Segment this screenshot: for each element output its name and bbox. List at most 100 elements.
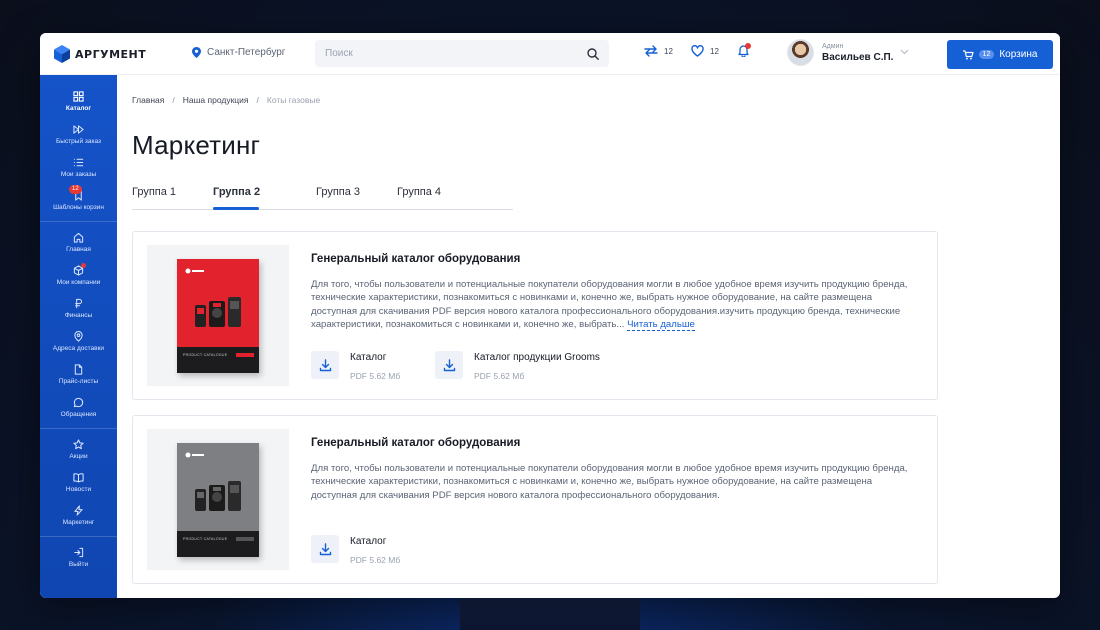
tab-group-2[interactable]: Группа 2: [213, 186, 260, 198]
sidebar-item-label: Шаблоны корзин: [53, 204, 104, 211]
devices-illustration-icon: [195, 480, 241, 511]
page-title: Маркетинг: [132, 130, 261, 160]
sidebar: Каталог Быстрый заказ Мои заказы 12 Шабл…: [40, 75, 117, 598]
city-label: Санкт-Петербург: [207, 47, 286, 58]
breadcrumb-home[interactable]: Главная: [132, 95, 164, 105]
sidebar-item-label: Главная: [66, 246, 91, 253]
sidebar-item-logout[interactable]: Выйти: [40, 541, 117, 574]
cart-button[interactable]: 12 Корзина: [947, 40, 1053, 69]
sidebar-item-my-orders[interactable]: Мои заказы: [40, 151, 117, 184]
file-item: Каталог PDF 5.62 Мб: [311, 535, 400, 565]
breadcrumb-products[interactable]: Наша продукция: [183, 95, 249, 105]
sidebar-item-my-companies[interactable]: Мои компании: [40, 259, 117, 292]
catalog-card: PRODUCT CATALOGUE Генеральный каталог об…: [132, 231, 938, 400]
file-name[interactable]: Каталог: [350, 536, 400, 547]
favorites-button[interactable]: 12: [691, 45, 719, 57]
notifications-button[interactable]: [738, 43, 751, 59]
card-description: Для того, чтобы пользователи и потенциал…: [311, 463, 908, 501]
logo-text: АРГУМЕНТ: [75, 47, 147, 61]
file-meta: PDF 5.62 Мб: [350, 371, 401, 381]
sidebar-item-cart-templates[interactable]: 12 Шаблоны корзин: [40, 184, 117, 217]
breadcrumb-separator: /: [172, 95, 175, 105]
search-icon[interactable]: [587, 47, 599, 60]
location-pin-icon: [192, 47, 201, 58]
sidebar-item-delivery-addresses[interactable]: Адреса доставки: [40, 325, 117, 358]
sidebar-item-label: Маркетинг: [62, 519, 95, 526]
active-tab-indicator: [213, 207, 259, 210]
book-icon: [73, 473, 84, 483]
download-button[interactable]: [311, 535, 339, 563]
sidebar-item-home[interactable]: Главная: [40, 226, 117, 259]
logo[interactable]: АРГУМЕНТ: [53, 44, 146, 64]
sidebar-item-label: Мои заказы: [60, 171, 97, 178]
companies-notification-dot: [81, 263, 86, 268]
file-name[interactable]: Каталог продукции Grooms: [474, 352, 600, 363]
card-title: Генеральный каталог оборудования: [311, 437, 521, 449]
sidebar-item-label: Адреса доставки: [52, 345, 105, 352]
tab-group-1[interactable]: Группа 1: [132, 186, 176, 198]
chat-icon: [73, 397, 84, 408]
chevron-down-icon[interactable]: [900, 49, 909, 55]
read-more-link[interactable]: Читать дальше: [627, 318, 695, 331]
download-icon: [319, 542, 331, 555]
app-window: АРГУМЕНТ Санкт-Петербург 12 12: [40, 33, 1060, 598]
sidebar-item-news[interactable]: Новости: [40, 466, 117, 499]
sidebar-item-label: Обращения: [60, 411, 97, 418]
catalog-cover-image[interactable]: PRODUCT CATALOGUE: [147, 429, 289, 570]
breadcrumb-current: Коты газовые: [266, 95, 321, 105]
catalog-cover-image[interactable]: PRODUCT CATALOGUE: [147, 245, 289, 386]
notification-dot: [745, 43, 751, 49]
heart-icon: [691, 45, 704, 57]
cart-label: Корзина: [999, 49, 1038, 60]
sidebar-item-price-lists[interactable]: Прайс-листы: [40, 358, 117, 391]
bolt-icon: [74, 505, 83, 516]
file-item: Каталог PDF 5.62 Мб: [311, 351, 400, 381]
star-icon: [73, 439, 84, 450]
fast-forward-icon: [73, 125, 84, 134]
brand-mark-icon: [185, 268, 204, 273]
sidebar-item-label: Быстрый заказ: [56, 138, 101, 145]
breadcrumb-separator: /: [256, 95, 259, 105]
download-icon: [443, 358, 455, 371]
file-meta: PDF 5.62 Мб: [474, 371, 525, 381]
list-icon: [73, 158, 84, 167]
file-meta: PDF 5.62 Мб: [350, 555, 401, 565]
search-box: [315, 40, 609, 67]
grid-icon: [73, 91, 84, 102]
ruble-icon: [75, 298, 83, 309]
download-button[interactable]: [435, 351, 463, 379]
group-tabs: Группа 1 Группа 2 Группа 3 Группа 4: [132, 182, 513, 210]
sidebar-item-finance[interactable]: Финансы: [40, 292, 117, 325]
cube-logo-icon: [54, 45, 70, 63]
sidebar-item-label: Новости: [65, 486, 92, 493]
sidebar-item-marketing[interactable]: Маркетинг: [40, 499, 117, 532]
card-description: Для того, чтобы пользователи и потенциал…: [311, 278, 911, 331]
compare-button[interactable]: 12: [644, 45, 673, 57]
sidebar-item-quick-order[interactable]: Быстрый заказ: [40, 118, 117, 151]
catalog-book-footer: PRODUCT CATALOGUE: [177, 346, 259, 373]
compare-arrows-icon: [644, 45, 658, 57]
tab-group-3[interactable]: Группа 3: [316, 186, 360, 198]
card-description-text: Для того, чтобы пользователи и потенциал…: [311, 279, 908, 330]
home-icon: [73, 232, 84, 243]
logout-icon: [74, 547, 84, 558]
cart-count-badge: 12: [978, 50, 995, 59]
devices-illustration-icon: [195, 296, 241, 327]
search-input[interactable]: [325, 48, 587, 59]
sidebar-divider: [40, 536, 117, 537]
user-name: Васильев С.П.: [822, 51, 894, 63]
catalog-book-red: PRODUCT CATALOGUE: [177, 258, 259, 373]
sidebar-item-catalog[interactable]: Каталог: [40, 85, 117, 118]
tab-group-4[interactable]: Группа 4: [397, 186, 441, 198]
download-button[interactable]: [311, 351, 339, 379]
avatar: [787, 39, 814, 66]
user-menu[interactable]: Админ Васильев С.П.: [787, 39, 893, 66]
main-content: Главная / Наша продукция / Коты газовые …: [132, 75, 1060, 598]
sidebar-item-label: Выйти: [68, 561, 89, 568]
file-name[interactable]: Каталог: [350, 352, 400, 363]
sidebar-item-requests[interactable]: Обращения: [40, 391, 117, 424]
sidebar-item-label: Прайс-листы: [58, 378, 99, 385]
city-selector[interactable]: Санкт-Петербург: [192, 47, 285, 58]
cart-icon: [962, 49, 974, 59]
sidebar-item-promotions[interactable]: Акции: [40, 433, 117, 466]
